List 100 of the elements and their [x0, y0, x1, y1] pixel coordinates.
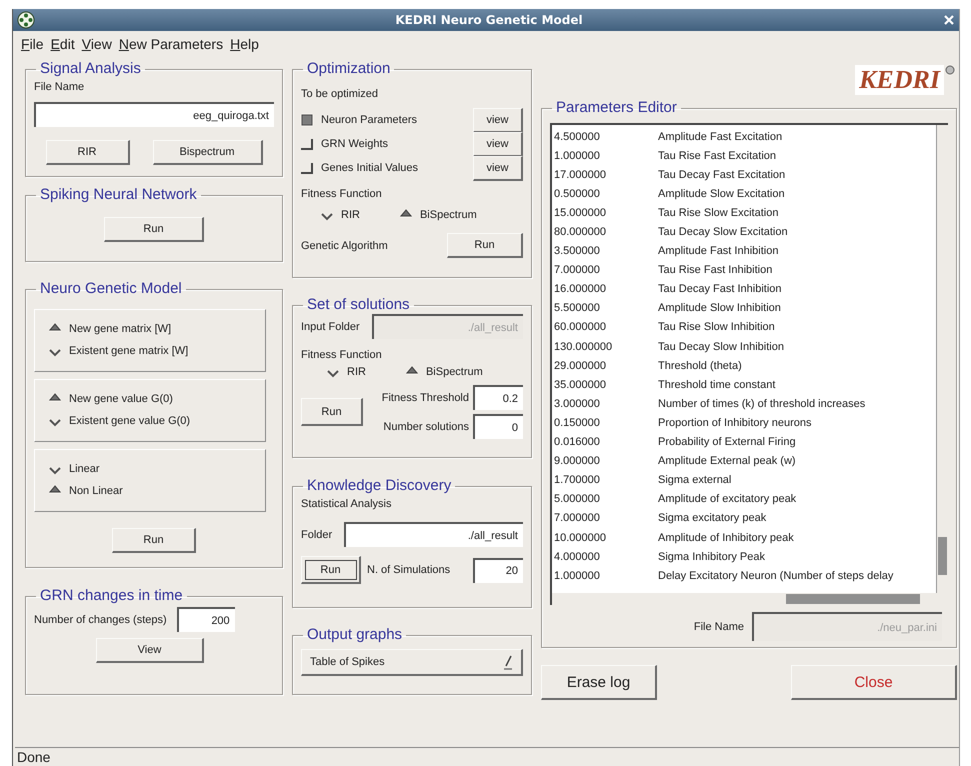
parameter-name: Threshold (theta) [658, 360, 742, 372]
erase-log-button[interactable]: Erase log [541, 665, 657, 700]
section-label: Fitness Function [301, 349, 383, 361]
view-button[interactable]: view [473, 108, 523, 132]
field-label: Number of changes (steps) [34, 614, 167, 626]
parameter-value: 130.000000 [554, 340, 614, 353]
parameter-name: Tau Rise Slow Excitation [658, 206, 778, 219]
parameter-name: Probability of External Firing [658, 436, 796, 448]
parameter-name: Sigma Inhibitory Peak [658, 550, 765, 563]
field-label: Number solutions [383, 420, 469, 432]
parameter-name: Delay Excitatory Neuron (Number of steps delay [658, 570, 894, 582]
menu-item[interactable]: Help [230, 36, 259, 52]
parameter-value: 1.000000 [554, 570, 601, 582]
parameter-value: 60.000000 [554, 321, 607, 334]
parameter-value: 80.000000 [554, 226, 607, 238]
parameter-value: 4.000000 [554, 550, 601, 563]
steps-field[interactable]: 200 [176, 607, 235, 632]
radio-button[interactable]: Existent gene matrix [W] [49, 340, 265, 362]
section-label: Fitness Function [301, 188, 383, 200]
group-title: Optimization [307, 60, 390, 77]
parameter-name: Tau Rise Fast Excitation [658, 150, 776, 162]
radio-button[interactable]: Linear [49, 458, 265, 480]
field-label: Fitness Threshold [382, 392, 469, 404]
parameter-name: Tau Decay Fast Inhibition [658, 283, 782, 296]
close-icon[interactable] [943, 14, 955, 26]
parameter-value: 16.000000 [554, 283, 607, 296]
radio-button[interactable]: BiSpectrum [406, 361, 483, 383]
group-title: Set of solutions [307, 296, 410, 313]
rir-button[interactable]: RIR [46, 140, 130, 165]
radio-button[interactable]: RIR [327, 361, 366, 383]
radio-button[interactable]: BiSpectrum [400, 204, 477, 226]
radio-button[interactable]: RIR [321, 204, 360, 226]
file-name-field[interactable]: eeg_quiroga.txt [34, 102, 274, 127]
menu-item[interactable]: New Parameters [118, 36, 224, 52]
parameter-name: Amplitude Slow Inhibition [658, 302, 781, 314]
parameter-value: 9.000000 [554, 455, 601, 468]
parameter-name: Sigma external [658, 474, 732, 486]
group-title: Signal Analysis [40, 60, 141, 77]
section-label: Statistical Analysis [301, 498, 392, 510]
group-title: Neuro Genetic Model [40, 280, 182, 297]
view-button[interactable]: view [473, 132, 523, 156]
threshold-field[interactable]: 0.2 [473, 385, 523, 410]
parameter-name: Tau Decay Slow Excitation [658, 226, 788, 238]
dropdown-indicator-icon [503, 654, 513, 670]
radio-button[interactable]: Existent gene value G(0) [49, 410, 265, 432]
parameter-name: Sigma excitatory peak [658, 512, 766, 524]
parameter-value: 29.000000 [554, 360, 607, 372]
radio-button[interactable]: New gene value G(0) [49, 388, 265, 410]
parameter-name: Proportion of Inhibitory neurons [658, 416, 812, 429]
parameter-value: 0.150000 [554, 416, 601, 429]
parameter-name: Number of times (k) of threshold increases [658, 398, 866, 410]
close-button[interactable]: Close [791, 665, 957, 700]
run-button[interactable]: Run [447, 233, 523, 258]
app-icon [17, 11, 35, 29]
parameter-value: 7.000000 [554, 264, 601, 276]
logo-mark-icon [945, 65, 955, 75]
parameter-name: Tau Decay Fast Excitation [658, 168, 786, 181]
group-title: Spiking Neural Network [40, 186, 197, 203]
logo: KEDRI [855, 65, 944, 95]
radio-button[interactable]: New gene matrix [W] [49, 318, 265, 340]
run-button[interactable]: Run [301, 556, 361, 584]
section-label: Genetic Algorithm [301, 240, 388, 252]
menu-item[interactable]: File [21, 36, 44, 52]
simulations-field[interactable]: 20 [473, 558, 523, 582]
parameter-value: 3.500000 [554, 245, 601, 258]
parameter-value: 4.500000 [554, 130, 601, 143]
field-label: N. of Simulations [367, 564, 452, 576]
checkbox[interactable]: Genes Initial Values [301, 157, 418, 179]
folder-field[interactable]: ./all_result [344, 522, 523, 547]
group-title: Output graphs [307, 626, 402, 643]
group-title: GRN changes in time [40, 587, 183, 604]
parameter-name: Tau Rise Slow Inhibition [658, 321, 775, 334]
field-label: File Name [694, 620, 744, 632]
parameter-value: 3.000000 [554, 398, 601, 410]
run-button[interactable]: Run [104, 217, 204, 242]
parameter-value: 5.000000 [554, 493, 601, 506]
bispectrum-button[interactable]: Bispectrum [152, 140, 262, 165]
parameter-value: 1.700000 [554, 474, 601, 486]
menu-item[interactable]: View [82, 36, 112, 52]
field-label: Folder [301, 528, 332, 540]
view-button[interactable]: view [473, 156, 523, 180]
field-label: File Name [34, 81, 86, 93]
parameter-value: 0.016000 [554, 436, 601, 448]
view-button[interactable]: View [96, 638, 204, 663]
parameter-value: 17.000000 [554, 168, 607, 181]
parameter-name: Threshold time constant [658, 378, 776, 391]
parameter-name: Amplitude Slow Excitation [658, 188, 785, 200]
parameter-name: Amplitude Fast Inhibition [658, 245, 778, 258]
section-label: To be optimized [301, 88, 380, 100]
run-button[interactable]: Run [301, 398, 363, 426]
parameter-name: Amplitude External peak (w) [658, 455, 796, 468]
parameter-value: 1.000000 [554, 150, 601, 162]
checkbox[interactable]: Neuron Parameters [301, 109, 417, 131]
checkbox[interactable]: GRN Weights [301, 133, 388, 155]
group-title: Parameters Editor [556, 99, 677, 116]
menu-item[interactable]: Edit [50, 36, 75, 52]
run-button[interactable]: Run [112, 528, 196, 553]
radio-button[interactable]: Non Linear [49, 480, 265, 502]
graph-dropdown[interactable]: Table of Spikes [301, 649, 523, 676]
solutions-count-field[interactable]: 0 [473, 414, 523, 439]
